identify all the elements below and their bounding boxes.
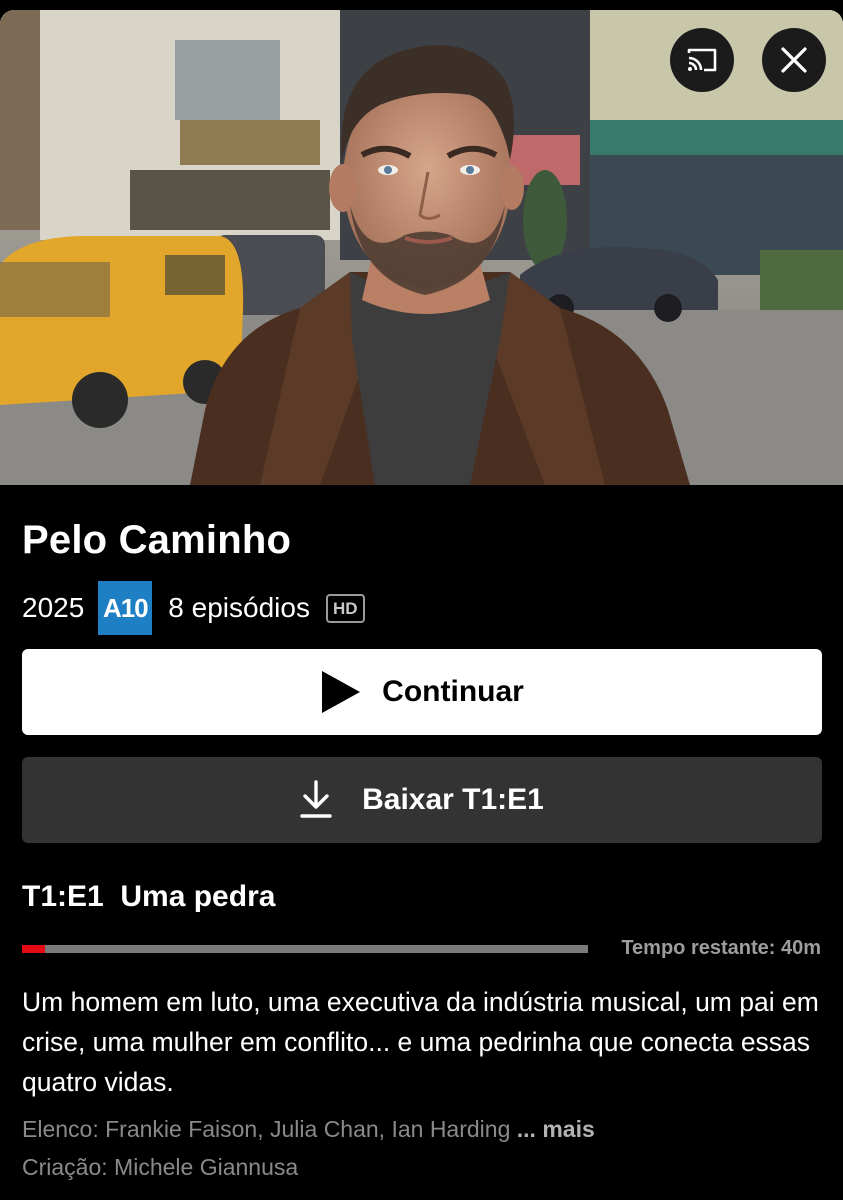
- time-remaining: Tempo restante: 40m: [621, 937, 821, 959]
- download-button[interactable]: Baixar T1:E1: [22, 757, 822, 843]
- cast-icon: [685, 46, 719, 74]
- episode-count: 8 episódios: [168, 592, 310, 623]
- download-icon: [300, 780, 332, 820]
- cast-label: Elenco:: [22, 1116, 99, 1142]
- creator-name: Michele Giannusa: [114, 1154, 299, 1180]
- episode-heading: T1:E1 Uma pedra: [22, 880, 275, 914]
- close-icon: [780, 46, 808, 74]
- release-year: 2025: [22, 592, 85, 623]
- show-title: Pelo Caminho: [22, 518, 292, 562]
- cast-button[interactable]: [670, 28, 734, 92]
- age-rating-badge: A10: [98, 581, 153, 635]
- episode-code: T1:E1: [22, 880, 104, 913]
- hero-image: [0, 10, 843, 485]
- show-meta: 2025 A10 8 episódios HD: [22, 580, 365, 636]
- creator-label: Criação:: [22, 1154, 108, 1180]
- continue-label: Continuar: [382, 675, 524, 708]
- progress-fill: [22, 945, 45, 953]
- hd-badge: HD: [325, 593, 365, 623]
- more-cast-link[interactable]: ... mais: [517, 1116, 595, 1142]
- creator-credits: Criação: Michele Giannusa: [22, 1154, 298, 1181]
- continue-button[interactable]: Continuar: [22, 649, 822, 735]
- download-label: Baixar T1:E1: [362, 783, 544, 816]
- close-button[interactable]: [762, 28, 826, 92]
- play-icon: [320, 669, 362, 715]
- cast-names: Frankie Faison, Julia Chan, Ian Harding: [105, 1116, 511, 1142]
- episode-name: Uma pedra: [120, 880, 276, 913]
- episode-progress-bar: [22, 945, 588, 953]
- cast-credits: Elenco: Frankie Faison, Julia Chan, Ian …: [22, 1116, 595, 1143]
- synopsis: Um homem em luto, uma executiva da indús…: [22, 987, 819, 1097]
